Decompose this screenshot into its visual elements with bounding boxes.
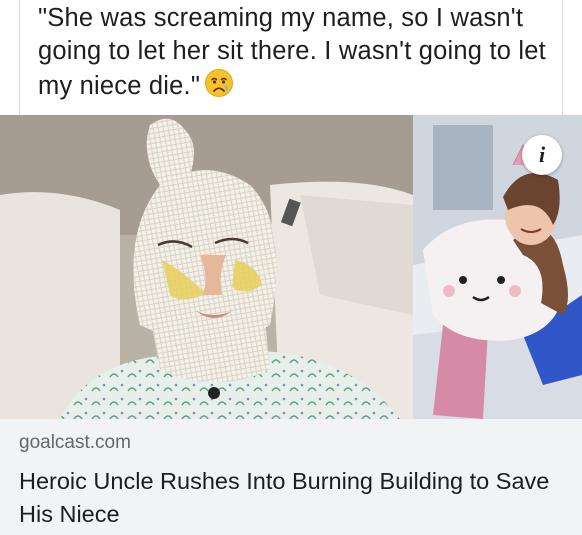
link-preview-card[interactable]: i goalcast.com Heroic Uncle Rushes Into … xyxy=(0,115,582,535)
bandaged-man-hospital-photo xyxy=(0,115,413,419)
link-preview-meta[interactable]: goalcast.com Heroic Uncle Rushes Into Bu… xyxy=(19,431,564,531)
post-text: "She was screaming my name, so I wasn't … xyxy=(38,2,558,107)
info-icon: i xyxy=(538,142,546,167)
link-headline[interactable]: Heroic Uncle Rushes Into Burning Buildin… xyxy=(19,465,564,531)
post-quote: "She was screaming my name, so I wasn't … xyxy=(38,4,546,100)
post-card: "She was screaming my name, so I wasn't … xyxy=(19,0,563,115)
crying-face-emoji-icon xyxy=(204,68,234,107)
info-button[interactable]: i xyxy=(522,135,562,175)
link-preview-image[interactable]: i xyxy=(0,115,582,419)
link-domain: goalcast.com xyxy=(19,432,131,453)
